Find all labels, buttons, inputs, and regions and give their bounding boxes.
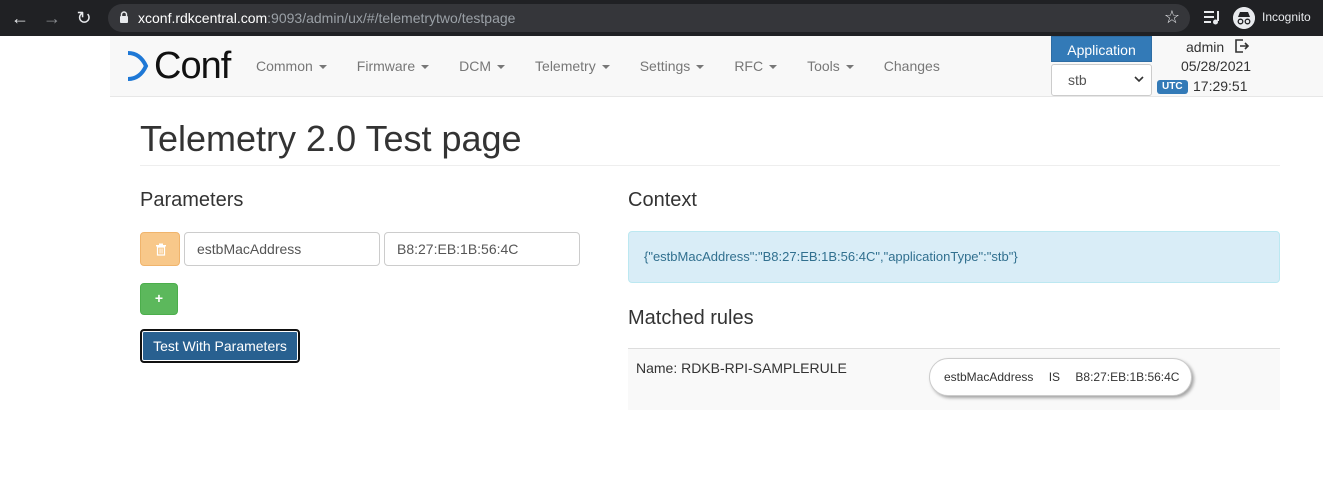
incognito-icon[interactable] (1233, 7, 1255, 29)
reload-icon[interactable]: ↻ (72, 6, 96, 30)
xconf-logo-mark (127, 51, 149, 81)
username: admin (1186, 39, 1225, 55)
menu-changes[interactable]: Changes (884, 58, 940, 74)
condition-key: estbMacAddress (944, 370, 1034, 384)
page-title: Telemetry 2.0 Test page (140, 118, 522, 159)
caret-down-icon (769, 65, 778, 70)
caret-down-icon (497, 65, 506, 70)
incognito-label: Incognito (1262, 10, 1311, 24)
parameters-heading: Parameters (140, 189, 244, 211)
application-select[interactable]: stb (1051, 64, 1152, 96)
application-select-value: stb (1068, 72, 1087, 88)
delete-parameter-button[interactable] (140, 232, 180, 266)
caret-down-icon (421, 65, 430, 70)
context-json: {"estbMacAddress":"B8:27:EB:1B:56:4C","a… (628, 231, 1280, 283)
menu-dcm[interactable]: DCM (459, 58, 506, 74)
main-menu: Common Firmware DCM Telemetry Settings R… (256, 58, 970, 74)
matched-rule-row: Name: RDKB-RPI-SAMPLERULE estbMacAddress… (628, 348, 1280, 410)
menu-settings[interactable]: Settings (640, 58, 705, 74)
lock-icon (120, 11, 128, 23)
parameter-key-input[interactable]: estbMacAddress (184, 232, 380, 266)
condition-operator: IS (1048, 370, 1061, 384)
menu-tools[interactable]: Tools (807, 58, 854, 74)
menu-firmware[interactable]: Firmware (357, 58, 430, 74)
caret-down-icon (696, 65, 705, 70)
matched-rules-heading: Matched rules (628, 307, 754, 329)
menu-rfc[interactable]: RFC (734, 58, 778, 74)
current-time: 17:29:51 (1193, 78, 1248, 94)
caret-down-icon (318, 65, 327, 70)
title-divider (140, 165, 1280, 166)
forward-arrow-icon[interactable]: → (40, 6, 64, 30)
browser-toolbar: ← → ↻ xconf.rdkcentral.com:9093/admin/ux… (0, 0, 1323, 36)
parameter-value-input[interactable]: B8:27:EB:1B:56:4C (384, 232, 580, 266)
menu-telemetry[interactable]: Telemetry (535, 58, 610, 74)
logout-icon[interactable] (1234, 38, 1250, 54)
current-date: 05/28/2021 (1181, 58, 1252, 74)
chevron-down-icon (1134, 76, 1144, 83)
rule-condition: estbMacAddress IS B8:27:EB:1B:56:4C (929, 358, 1192, 396)
xconf-logo[interactable]: Conf (124, 45, 231, 87)
application-button[interactable]: Application (1051, 36, 1152, 62)
trash-icon (156, 243, 166, 256)
condition-value: B8:27:EB:1B:56:4C (1075, 370, 1180, 384)
back-arrow-icon[interactable]: ← (8, 6, 32, 30)
test-with-parameters-button[interactable]: Test With Parameters (140, 329, 300, 363)
timezone-badge: UTC (1157, 80, 1188, 94)
menu-common[interactable]: Common (256, 58, 327, 74)
caret-down-icon (845, 65, 854, 70)
media-queue-icon[interactable] (1203, 8, 1221, 26)
context-heading: Context (628, 189, 697, 211)
address-bar[interactable]: xconf.rdkcentral.com:9093/admin/ux/#/tel… (108, 4, 1190, 32)
caret-down-icon (601, 65, 610, 70)
add-parameter-button[interactable]: + (140, 283, 178, 315)
bookmark-star-icon[interactable]: ☆ (1164, 7, 1180, 28)
app-navbar: Conf Common Firmware DCM Telemetry Setti… (110, 36, 1323, 97)
url-text: xconf.rdkcentral.com:9093/admin/ux/#/tel… (138, 10, 516, 26)
logo-text: Conf (154, 45, 231, 87)
rule-name: Name: RDKB-RPI-SAMPLERULE (636, 360, 847, 376)
